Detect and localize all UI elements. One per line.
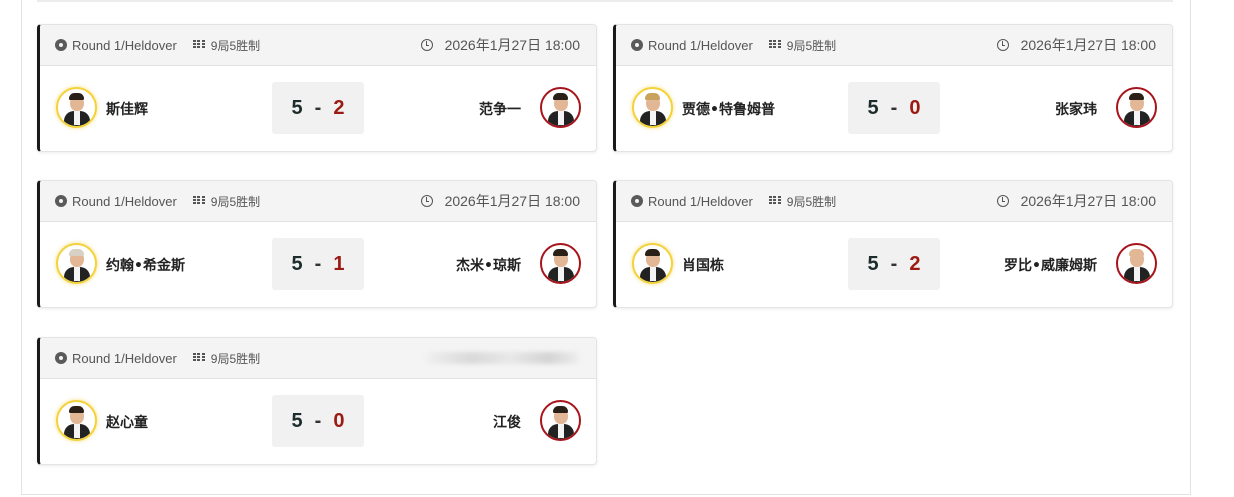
match-card-body: 赵心童 5 - 0 江俊: [40, 379, 596, 463]
match-card-body: 斯佳辉 5 - 2 范争一: [40, 66, 596, 150]
player1-name[interactable]: 赵心童: [106, 412, 148, 432]
format-info: 9局5胜制: [192, 37, 261, 54]
player1-score: 5: [867, 252, 879, 275]
player2-score: 0: [909, 96, 921, 119]
top-divider: [37, 0, 1173, 2]
player1-avatar[interactable]: [56, 87, 97, 128]
player2-avatar[interactable]: [540, 87, 581, 128]
round-info: Round 1/Heldover: [55, 38, 177, 53]
round-label: Round 1/Heldover: [72, 350, 177, 366]
player1-score: 5: [291, 409, 303, 432]
grid-icon: [768, 196, 781, 206]
player1-avatar[interactable]: [56, 243, 97, 284]
clock-icon: [420, 39, 433, 51]
round-info: Round 1/Heldover: [55, 194, 177, 209]
match-card[interactable]: Round 1/Heldover 9局5胜制 2026年1月27日 18:00 …: [37, 24, 597, 152]
player2-avatar[interactable]: [540, 243, 581, 284]
format-label: 9局5胜制: [786, 38, 837, 53]
player2-name[interactable]: 范争一: [479, 99, 521, 119]
time-label: 2026年1月27日 18:00: [444, 193, 580, 209]
match-card-body: 约翰•希金斯 5 - 1 杰米•琼斯: [40, 222, 596, 306]
player1-name[interactable]: 肖国栋: [682, 255, 724, 275]
grid-icon: [192, 40, 205, 50]
match-card[interactable]: Round 1/Heldover 9局5胜制 2026年1月27日 18:00 …: [613, 180, 1173, 308]
match-time: 2026年1月27日 18:00: [996, 35, 1156, 55]
player2-name[interactable]: 江俊: [493, 412, 521, 432]
clock-icon: [996, 195, 1009, 207]
format-label: 9局5胜制: [210, 194, 261, 209]
clock-icon: [420, 195, 433, 207]
grid-icon: [192, 196, 205, 206]
round-dot-icon: [55, 39, 67, 51]
round-label: Round 1/Heldover: [72, 37, 177, 53]
time-label: 2026年1月27日 18:00: [444, 37, 580, 53]
match-card-header: Round 1/Heldover 9局5胜制 2026年1月27日 18:00: [616, 181, 1172, 222]
match-card[interactable]: Round 1/Heldover 9局5胜制 赵心童 5 - 0 江俊: [37, 337, 597, 465]
grid-icon: [768, 40, 781, 50]
match-time: 2026年1月27日 18:00: [420, 191, 580, 211]
round-label: Round 1/Heldover: [648, 37, 753, 53]
match-card-body: 肖国栋 5 - 2 罗比•威廉姆斯: [616, 222, 1172, 306]
player1-name[interactable]: 贾德•特鲁姆普: [682, 99, 775, 119]
match-time: 2026年1月27日 18:00: [996, 191, 1156, 211]
player1-name[interactable]: 斯佳辉: [106, 99, 148, 119]
player2-score: 0: [333, 409, 345, 432]
format-label: 9局5胜制: [210, 38, 261, 53]
match-card-body: 贾德•特鲁姆普 5 - 0 张家玮: [616, 66, 1172, 150]
format-info: 9局5胜制: [192, 193, 261, 210]
round-label: Round 1/Heldover: [648, 193, 753, 209]
player2-score: 2: [333, 96, 345, 119]
match-card[interactable]: Round 1/Heldover 9局5胜制 2026年1月27日 18:00 …: [613, 24, 1173, 152]
score-separator: -: [890, 96, 898, 119]
player1-avatar[interactable]: [632, 243, 673, 284]
player2-score: 2: [909, 252, 921, 275]
round-info: Round 1/Heldover: [631, 194, 753, 209]
format-label: 9局5胜制: [210, 351, 261, 366]
player2-avatar[interactable]: [540, 400, 581, 441]
match-card-header: Round 1/Heldover 9局5胜制 2026年1月27日 18:00: [40, 181, 596, 222]
score-separator: -: [314, 96, 322, 119]
score-box: 5 - 0: [848, 82, 940, 134]
round-info: Round 1/Heldover: [631, 38, 753, 53]
score-box: 5 - 0: [272, 395, 364, 447]
player2-avatar[interactable]: [1116, 87, 1157, 128]
score-box: 5 - 2: [272, 82, 364, 134]
match-card-header: Round 1/Heldover 9局5胜制: [40, 338, 596, 379]
score-box: 5 - 2: [848, 238, 940, 290]
format-info: 9局5胜制: [192, 350, 261, 367]
player2-name[interactable]: 张家玮: [1055, 99, 1097, 119]
player2-name[interactable]: 杰米•琼斯: [456, 255, 521, 275]
time-label: 2026年1月27日 18:00: [1020, 37, 1156, 53]
round-label: Round 1/Heldover: [72, 193, 177, 209]
player1-avatar[interactable]: [632, 87, 673, 128]
round-dot-icon: [631, 39, 643, 51]
player2-name[interactable]: 罗比•威廉姆斯: [1004, 255, 1097, 275]
score-separator: -: [890, 252, 898, 275]
round-dot-icon: [631, 195, 643, 207]
player1-avatar[interactable]: [56, 400, 97, 441]
match-time: 2026年1月27日 18:00: [420, 35, 580, 55]
match-card-header: Round 1/Heldover 9局5胜制 2026年1月27日 18:00: [40, 25, 596, 66]
round-dot-icon: [55, 352, 67, 364]
match-card-header: Round 1/Heldover 9局5胜制 2026年1月27日 18:00: [616, 25, 1172, 66]
clock-icon: [996, 39, 1009, 51]
player2-score: 1: [333, 252, 345, 275]
format-info: 9局5胜制: [768, 37, 837, 54]
round-dot-icon: [55, 195, 67, 207]
score-box: 5 - 1: [272, 238, 364, 290]
score-separator: -: [314, 252, 322, 275]
grid-icon: [192, 353, 205, 363]
match-time-loading: [425, 352, 580, 364]
score-separator: -: [314, 409, 322, 432]
player2-avatar[interactable]: [1116, 243, 1157, 284]
round-info: Round 1/Heldover: [55, 351, 177, 366]
player1-score: 5: [291, 252, 303, 275]
player1-score: 5: [291, 96, 303, 119]
time-label: 2026年1月27日 18:00: [1020, 193, 1156, 209]
player1-name[interactable]: 约翰•希金斯: [106, 255, 185, 275]
player1-score: 5: [867, 96, 879, 119]
format-info: 9局5胜制: [768, 193, 837, 210]
match-card[interactable]: Round 1/Heldover 9局5胜制 2026年1月27日 18:00 …: [37, 180, 597, 308]
format-label: 9局5胜制: [786, 194, 837, 209]
